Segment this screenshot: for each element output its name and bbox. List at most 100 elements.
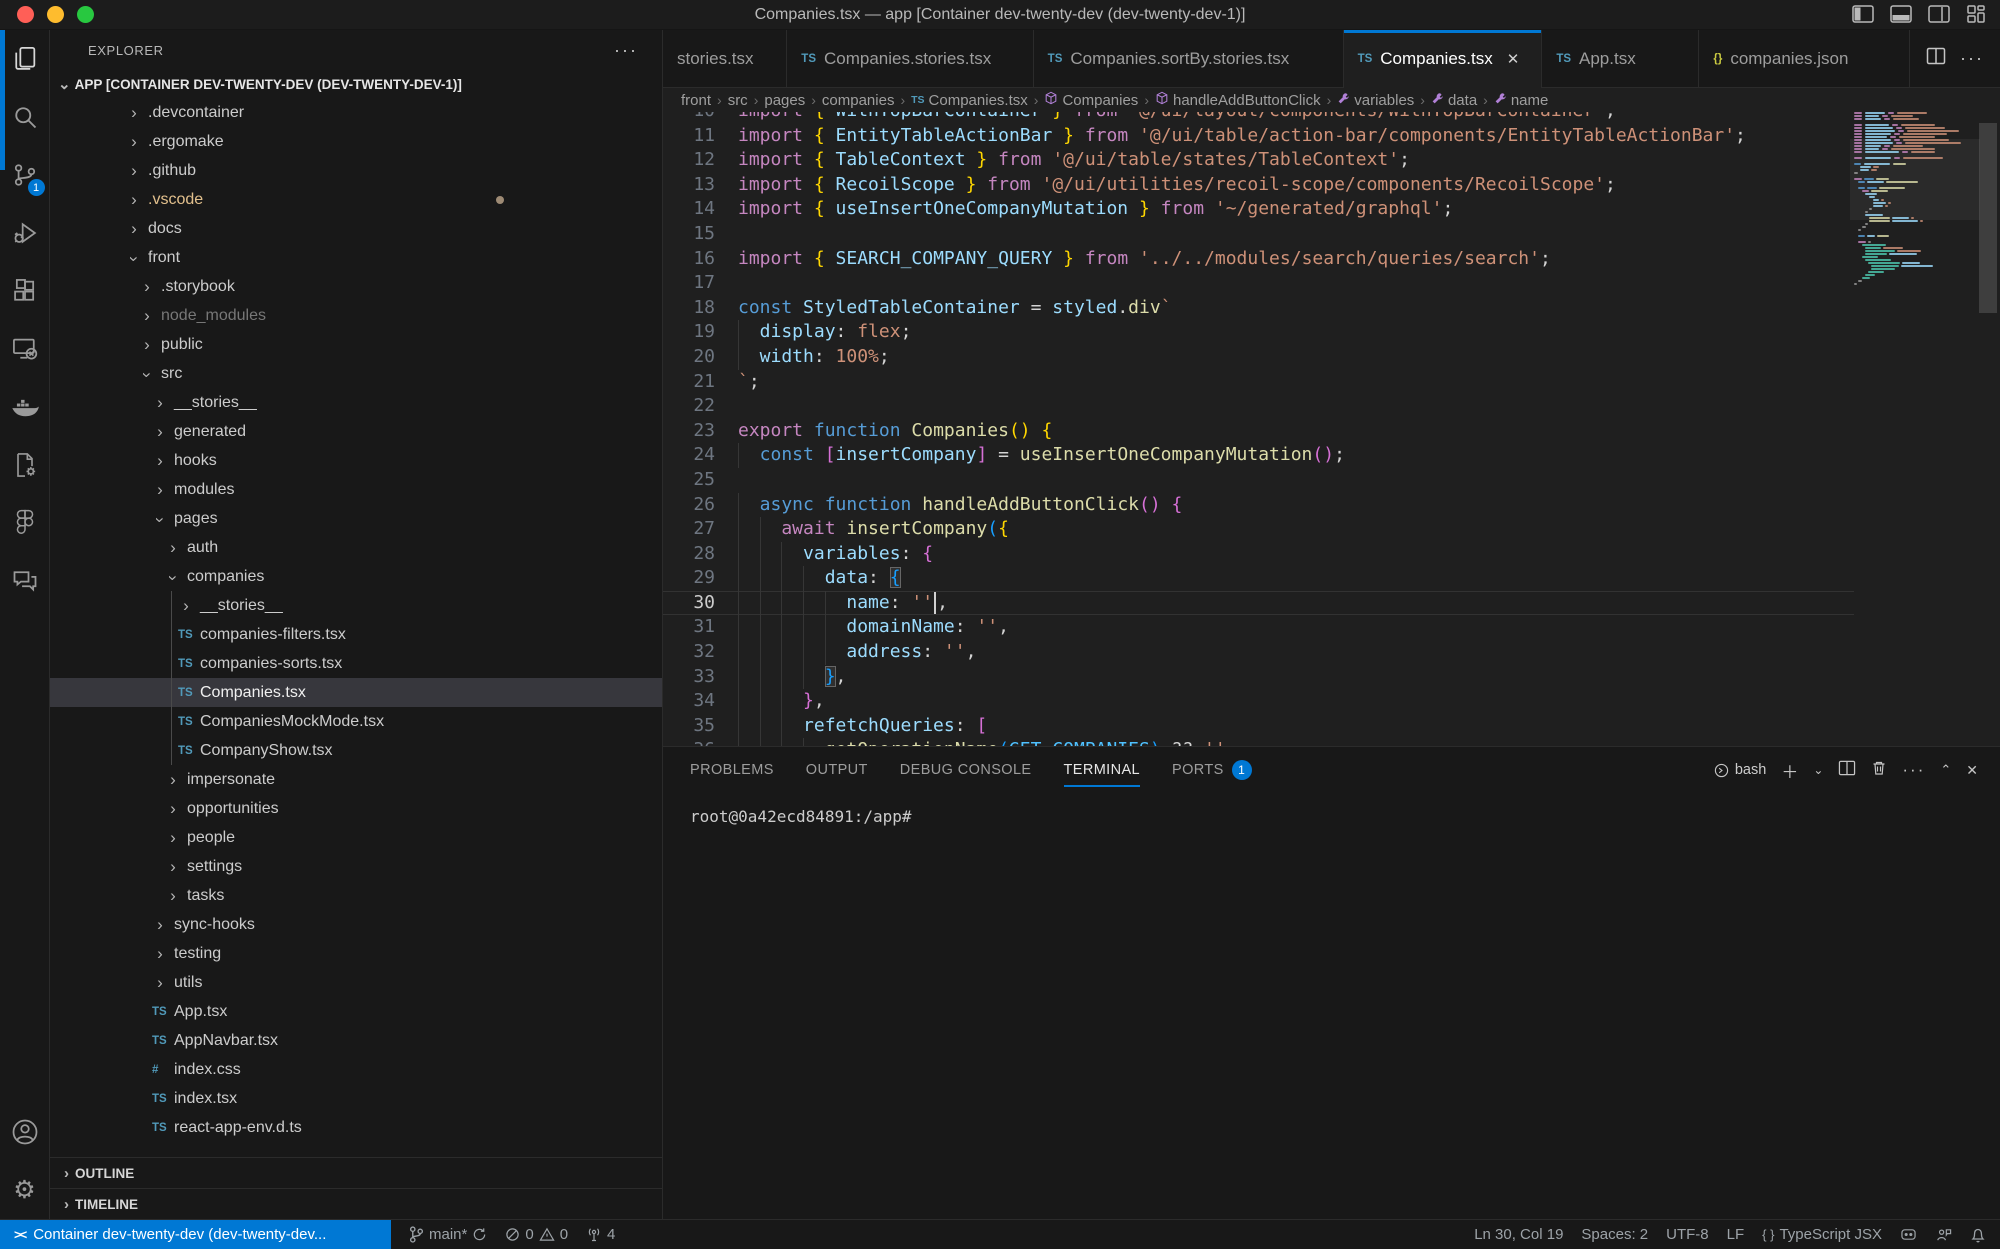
panel-more-actions-icon[interactable]: ··· xyxy=(1902,760,1925,780)
code-line-19[interactable]: 19display: flex; xyxy=(663,320,1854,345)
breadcrumb-item-pages[interactable]: pages xyxy=(764,92,805,109)
code-line-35[interactable]: 35refetchQueries: [ xyxy=(663,714,1854,739)
eol-status[interactable]: LF xyxy=(1727,1226,1745,1243)
tree-file-companiesmockmode-tsx[interactable]: TSCompaniesMockMode.tsx xyxy=(50,707,662,736)
tree-folder-pages[interactable]: ›pages xyxy=(50,504,662,533)
search-icon[interactable] xyxy=(0,88,50,146)
tree-file-companies-sorts-tsx[interactable]: TScompanies-sorts.tsx xyxy=(50,649,662,678)
remote-indicator[interactable]: >< Container dev-twenty-dev (dev-twenty-… xyxy=(0,1220,391,1249)
tree-folder-settings[interactable]: ›settings xyxy=(50,852,662,881)
run-and-debug-icon[interactable] xyxy=(0,204,50,262)
new-terminal-icon[interactable]: ＋ xyxy=(1781,758,1798,783)
tree-folder-companies[interactable]: ›companies xyxy=(50,562,662,591)
cursor-position-status[interactable]: Ln 30, Col 19 xyxy=(1474,1226,1563,1243)
close-window-button[interactable] xyxy=(17,6,34,23)
close-panel-icon[interactable]: ✕ xyxy=(1966,762,1978,779)
toggle-primary-sidebar-icon[interactable] xyxy=(1852,4,1874,24)
code-line-32[interactable]: 32address: '', xyxy=(663,640,1854,665)
code-line-26[interactable]: 26async function handleAddButtonClick() … xyxy=(663,493,1854,518)
code-line-12[interactable]: 12import { TableContext } from '@/ui/tab… xyxy=(663,148,1854,173)
feedback-icon[interactable] xyxy=(1935,1227,1952,1243)
encoding-status[interactable]: UTF-8 xyxy=(1666,1226,1709,1243)
tree-folder-src[interactable]: ›src xyxy=(50,359,662,388)
tree-folder-opportunities[interactable]: ›opportunities xyxy=(50,794,662,823)
code-line-17[interactable]: 17 xyxy=(663,271,1854,296)
editor-tab-companies-stories-tsx[interactable]: TSCompanies.stories.tsx xyxy=(787,30,1033,88)
code-line-18[interactable]: 18const StyledTableContainer = styled.di… xyxy=(663,296,1854,321)
tree-folder-node-modules[interactable]: ›node_modules xyxy=(50,301,662,330)
close-tab-icon[interactable]: ✕ xyxy=(1507,50,1520,68)
tree-folder-hooks[interactable]: ›hooks xyxy=(50,446,662,475)
problems-status[interactable]: 0 0 xyxy=(505,1226,568,1243)
tree-folder--devcontainer[interactable]: ›.devcontainer xyxy=(50,98,662,127)
code-line-28[interactable]: 28variables: { xyxy=(663,542,1854,567)
panel-tab-output[interactable]: OUTPUT xyxy=(806,747,868,793)
tree-folder-tasks[interactable]: ›tasks xyxy=(50,881,662,910)
tree-file-companies-filters-tsx[interactable]: TScompanies-filters.tsx xyxy=(50,620,662,649)
code-line-15[interactable]: 15 xyxy=(663,222,1854,247)
tree-file-index-css[interactable]: #index.css xyxy=(50,1055,662,1084)
breadcrumb-item-variables[interactable]: variables xyxy=(1337,92,1414,109)
ports-forwarded-status[interactable]: 4 xyxy=(586,1226,615,1243)
split-terminal-icon[interactable] xyxy=(1838,760,1856,780)
breadcrumb-item-companies[interactable]: Companies xyxy=(1044,91,1138,109)
extensions-icon[interactable] xyxy=(0,262,50,320)
tree-file-index-tsx[interactable]: TSindex.tsx xyxy=(50,1084,662,1113)
explorer-icon[interactable] xyxy=(0,30,50,88)
code-line-11[interactable]: 11import { EntityTableActionBar } from '… xyxy=(663,124,1854,149)
settings-gear-icon[interactable]: ⚙ xyxy=(0,1161,50,1219)
editor-tab-app-tsx[interactable]: TSApp.tsx xyxy=(1542,30,1699,88)
tree-folder-modules[interactable]: ›modules xyxy=(50,475,662,504)
tree-file-companyshow-tsx[interactable]: TSCompanyShow.tsx xyxy=(50,736,662,765)
editor-scrollbar[interactable] xyxy=(1976,112,2000,746)
code-line-36[interactable]: 36getOperationName(GET_COMPANIES) ?? '', xyxy=(663,738,1854,746)
editor-more-actions-icon[interactable]: ··· xyxy=(1960,48,1984,69)
code-line-14[interactable]: 14import { useInsertOneCompanyMutation }… xyxy=(663,197,1854,222)
editor-tab-companies-tsx[interactable]: TSCompanies.tsx✕ xyxy=(1344,30,1543,88)
breadcrumb-item-companies-tsx[interactable]: TSCompanies.tsx xyxy=(911,92,1028,109)
breadcrumb-item-data[interactable]: data xyxy=(1431,92,1477,109)
code-line-29[interactable]: 29data: { xyxy=(663,566,1854,591)
panel-tab-ports[interactable]: PORTS1 xyxy=(1172,747,1252,793)
tree-folder-impersonate[interactable]: ›impersonate xyxy=(50,765,662,794)
git-branch-status[interactable]: main* xyxy=(409,1226,487,1243)
code-line-13[interactable]: 13import { RecoilScope } from '@/ui/util… xyxy=(663,173,1854,198)
panel-tab-debug-console[interactable]: DEBUG CONSOLE xyxy=(900,747,1032,793)
remote-explorer-icon[interactable] xyxy=(0,320,50,378)
editor-tab-stories-tsx[interactable]: stories.tsx xyxy=(663,30,787,88)
tree-folder--ergomake[interactable]: ›.ergomake xyxy=(50,127,662,156)
breadcrumb-item-src[interactable]: src xyxy=(728,92,748,109)
tree-folder-sync-hooks[interactable]: ›sync-hooks xyxy=(50,910,662,939)
tree-folder-public[interactable]: ›public xyxy=(50,330,662,359)
code-line-20[interactable]: 20width: 100%; xyxy=(663,345,1854,370)
tree-folder-people[interactable]: ›people xyxy=(50,823,662,852)
kill-terminal-icon[interactable] xyxy=(1871,760,1887,780)
code-line-34[interactable]: 34}, xyxy=(663,689,1854,714)
code-editor[interactable]: 10import { WithTopBarContainer } from '@… xyxy=(663,112,2000,746)
tree-folder-generated[interactable]: ›generated xyxy=(50,417,662,446)
tree-folder-docs[interactable]: ›docs xyxy=(50,214,662,243)
figma-icon[interactable] xyxy=(0,494,50,552)
code-line-33[interactable]: 33}, xyxy=(663,665,1854,690)
code-line-25[interactable]: 25 xyxy=(663,468,1854,493)
tree-folder--github[interactable]: ›.github xyxy=(50,156,662,185)
accounts-icon[interactable] xyxy=(0,1103,50,1161)
tree-folder--vscode[interactable]: ›.vscode xyxy=(50,185,662,214)
toggle-panel-icon[interactable] xyxy=(1890,4,1912,24)
panel-tab-problems[interactable]: PROBLEMS xyxy=(690,747,774,793)
breadcrumb-item-front[interactable]: front xyxy=(681,92,711,109)
minimize-window-button[interactable] xyxy=(47,6,64,23)
tree-file-appnavbar-tsx[interactable]: TSAppNavbar.tsx xyxy=(50,1026,662,1055)
editor-tab-companies-json[interactable]: {}companies.json xyxy=(1699,30,1910,88)
code-line-16[interactable]: 16import { SEARCH_COMPANY_QUERY } from '… xyxy=(663,247,1854,272)
code-line-31[interactable]: 31domainName: '', xyxy=(663,615,1854,640)
dev-container-config-icon[interactable] xyxy=(0,436,50,494)
docker-icon[interactable] xyxy=(0,378,50,436)
tree-folder-testing[interactable]: ›testing xyxy=(50,939,662,968)
code-line-23[interactable]: 23export function Companies() { xyxy=(663,419,1854,444)
timeline-section-header[interactable]: › TIMELINE xyxy=(50,1188,662,1219)
minimap[interactable] xyxy=(1854,112,1976,746)
shell-selector[interactable]: bash xyxy=(1714,762,1766,778)
language-mode-status[interactable]: { } TypeScript JSX xyxy=(1762,1226,1882,1243)
tree-file-react-app-env-d-ts[interactable]: TSreact-app-env.d.ts xyxy=(50,1113,662,1142)
